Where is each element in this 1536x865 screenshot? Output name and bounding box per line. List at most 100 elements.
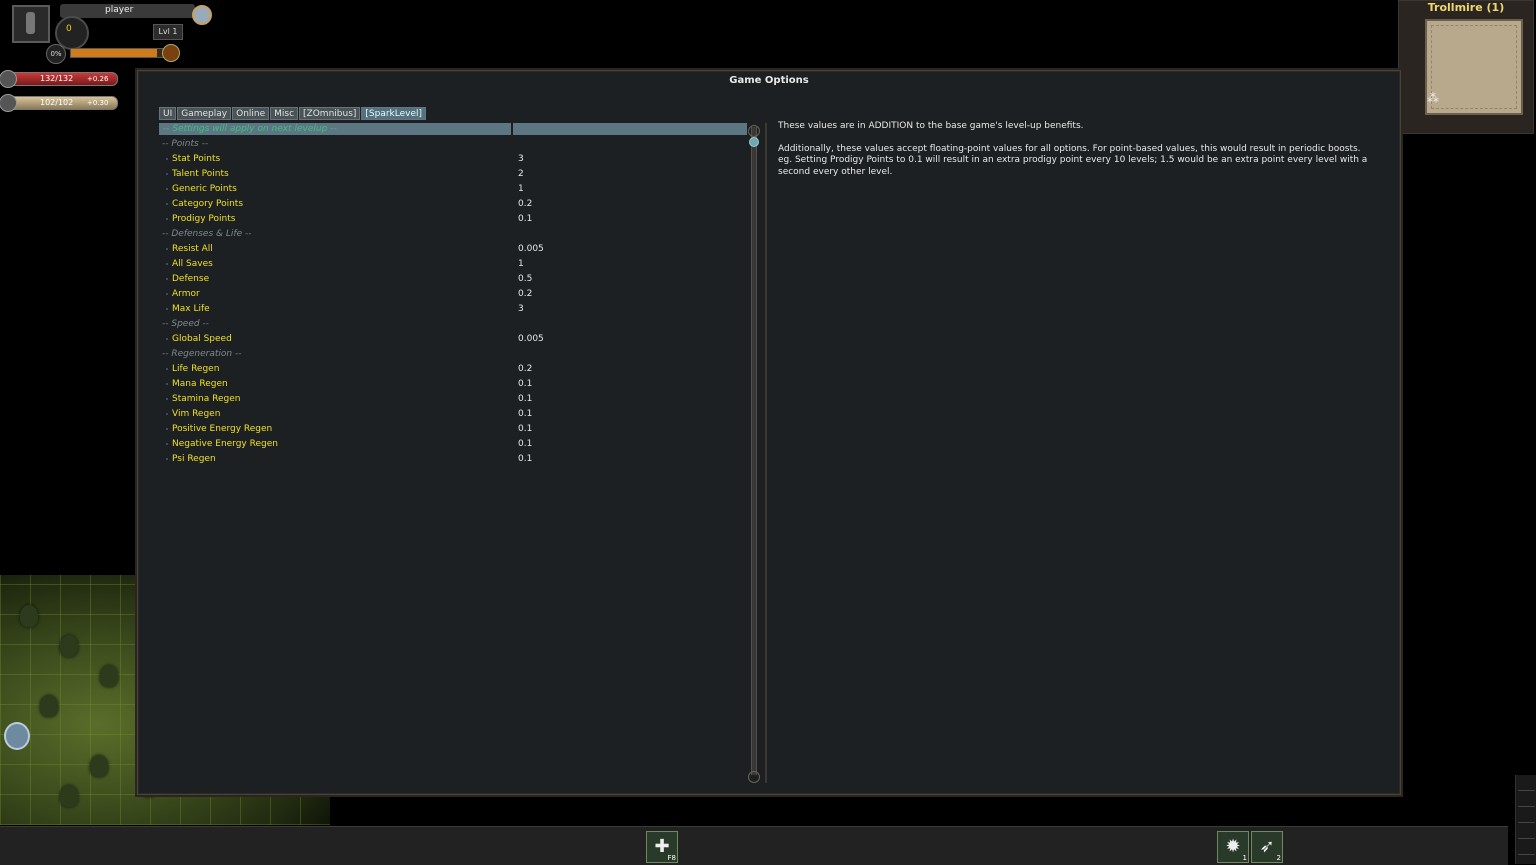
option-value[interactable]: 0.005 bbox=[518, 242, 544, 257]
hotkey-label: F8 bbox=[667, 854, 676, 862]
option-row[interactable]: Defense 0.5 bbox=[160, 272, 590, 287]
option-value[interactable]: 0.1 bbox=[518, 392, 532, 407]
description-line: Additionally, these values accept floati… bbox=[778, 143, 1361, 154]
option-value[interactable]: 3 bbox=[518, 302, 524, 317]
option-value[interactable]: 2 bbox=[518, 167, 524, 182]
avatar[interactable] bbox=[12, 5, 50, 43]
tree-icon bbox=[20, 605, 38, 627]
stamina-value: 102/102 bbox=[40, 98, 74, 107]
bullet-icon bbox=[166, 173, 168, 175]
tab-online[interactable]: Online bbox=[232, 107, 270, 120]
option-row[interactable]: Positive Energy Regen 0.1 bbox=[160, 422, 590, 437]
tab-misc[interactable]: Misc bbox=[270, 107, 299, 120]
bullet-icon bbox=[166, 338, 168, 340]
option-value[interactable]: 0.2 bbox=[518, 197, 532, 212]
option-value[interactable]: 0.1 bbox=[518, 212, 532, 227]
option-value[interactable]: 0.005 bbox=[518, 332, 544, 347]
option-label: Global Speed bbox=[172, 334, 232, 344]
section-label: -- Regeneration -- bbox=[162, 349, 242, 359]
option-row[interactable]: Psi Regen 0.1 bbox=[160, 452, 590, 467]
option-value[interactable]: 0.1 bbox=[518, 422, 532, 437]
scroll-handle[interactable] bbox=[749, 137, 759, 147]
option-row[interactable]: Mana Regen 0.1 bbox=[160, 377, 590, 392]
pane-divider bbox=[765, 123, 767, 783]
options-list: -- Points -- Stat Points 3 Talent Points 2 Ge… bbox=[160, 137, 590, 467]
bullet-icon bbox=[166, 428, 168, 430]
tree-icon bbox=[60, 635, 78, 657]
bullet-icon bbox=[166, 368, 168, 370]
option-value[interactable]: 1 bbox=[518, 257, 524, 272]
hotkey-slot-heal[interactable]: ✚ F8 bbox=[646, 831, 678, 863]
option-row[interactable]: Armor 0.2 bbox=[160, 287, 590, 302]
bullet-icon bbox=[166, 278, 168, 280]
option-value[interactable]: 0.5 bbox=[518, 272, 532, 287]
option-row[interactable]: Global Speed 0.005 bbox=[160, 332, 590, 347]
option-row[interactable]: Category Points 0.2 bbox=[160, 197, 590, 212]
option-value[interactable]: 3 bbox=[518, 152, 524, 167]
option-label: Max Life bbox=[172, 304, 210, 314]
menu-button[interactable] bbox=[1518, 777, 1535, 791]
settings-note-row[interactable]: -- Settings will apply on next levelup -… bbox=[159, 123, 511, 135]
option-row[interactable]: Negative Energy Regen 0.1 bbox=[160, 437, 590, 452]
life-value: 132/132 bbox=[40, 74, 74, 83]
life-bar: 132/132 +0.26 bbox=[0, 70, 118, 88]
tree-icon bbox=[90, 755, 108, 777]
option-row[interactable]: Stamina Regen 0.1 bbox=[160, 392, 590, 407]
option-value[interactable]: 0.1 bbox=[518, 452, 532, 467]
menu-button[interactable] bbox=[1518, 825, 1535, 839]
option-value[interactable]: 0.2 bbox=[518, 362, 532, 377]
section-label: -- Speed -- bbox=[162, 319, 209, 329]
section-header: -- Points -- bbox=[160, 137, 590, 152]
menu-button[interactable] bbox=[1518, 809, 1535, 823]
zone-name: Trollmire (1) bbox=[1427, 1, 1505, 14]
description-line: These values are in ADDITION to the base… bbox=[778, 121, 1084, 131]
option-row[interactable]: Talent Points 2 bbox=[160, 167, 590, 182]
option-label: Generic Points bbox=[172, 184, 237, 194]
option-value[interactable]: 0.1 bbox=[518, 377, 532, 392]
bullet-icon bbox=[166, 308, 168, 310]
hotkey-slot-2[interactable]: ➶ 2 bbox=[1251, 831, 1283, 863]
hotkey-slot-1[interactable]: ✹ 1 bbox=[1217, 831, 1249, 863]
menu-button[interactable] bbox=[1518, 841, 1535, 855]
scroll-down-icon[interactable] bbox=[748, 771, 760, 783]
scroll-up-icon[interactable] bbox=[748, 125, 760, 137]
option-description: These values are in ADDITION to the base… bbox=[778, 121, 1368, 178]
option-row[interactable]: Vim Regen 0.1 bbox=[160, 407, 590, 422]
option-value[interactable]: 0.1 bbox=[518, 437, 532, 452]
option-label: Psi Regen bbox=[172, 454, 216, 464]
option-label: Vim Regen bbox=[172, 409, 221, 419]
tab-sparklevel[interactable]: [SparkLevel] bbox=[361, 107, 427, 120]
option-row[interactable]: Life Regen 0.2 bbox=[160, 362, 590, 377]
option-value[interactable]: 1 bbox=[518, 182, 524, 197]
minimap[interactable]: Trollmire (1) ⁂ bbox=[1398, 0, 1534, 134]
option-row[interactable]: Resist All 0.005 bbox=[160, 242, 590, 257]
stamina-icon bbox=[0, 94, 17, 112]
minimap-view[interactable] bbox=[1425, 19, 1523, 115]
scrollbar[interactable] bbox=[751, 127, 757, 775]
player-token-icon[interactable] bbox=[4, 722, 30, 750]
life-icon bbox=[0, 70, 17, 88]
orb-icon[interactable] bbox=[192, 5, 212, 25]
menu-button[interactable] bbox=[1518, 793, 1535, 807]
option-label: Resist All bbox=[172, 244, 213, 254]
option-row[interactable]: Stat Points 3 bbox=[160, 152, 590, 167]
option-row[interactable]: Max Life 3 bbox=[160, 302, 590, 317]
settings-note-value[interactable] bbox=[513, 123, 747, 135]
tab-ui[interactable]: UI bbox=[159, 107, 177, 120]
sun-burst-icon: ✹ bbox=[1225, 836, 1241, 857]
bullet-icon bbox=[166, 158, 168, 160]
option-label: Negative Energy Regen bbox=[172, 439, 278, 449]
xp-percent: 0% bbox=[46, 44, 66, 64]
option-value[interactable]: 0.1 bbox=[518, 407, 532, 422]
player-frame: player 0 Lvl 1 0% bbox=[0, 0, 215, 68]
option-row[interactable]: Generic Points 1 bbox=[160, 182, 590, 197]
option-row[interactable]: All Saves 1 bbox=[160, 257, 590, 272]
section-header: -- Defenses & Life -- bbox=[160, 227, 590, 242]
option-label: Prodigy Points bbox=[172, 214, 236, 224]
tab-zomnibus[interactable]: [ZOmnibus] bbox=[299, 107, 361, 120]
hotkey-label: 2 bbox=[1276, 854, 1281, 862]
option-row[interactable]: Prodigy Points 0.1 bbox=[160, 212, 590, 227]
hotkey-label: 1 bbox=[1242, 854, 1247, 862]
option-value[interactable]: 0.2 bbox=[518, 287, 532, 302]
tab-gameplay[interactable]: Gameplay bbox=[177, 107, 232, 120]
